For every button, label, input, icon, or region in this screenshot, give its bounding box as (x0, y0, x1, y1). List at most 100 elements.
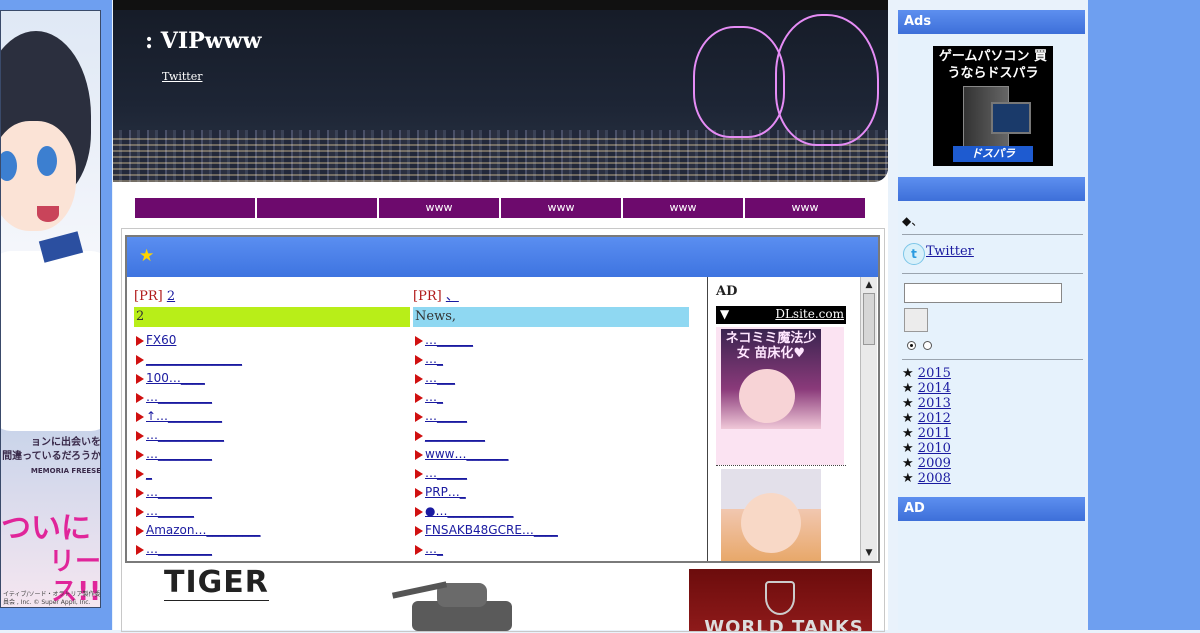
nav-item[interactable]: www (379, 198, 499, 218)
red-triangle-icon (415, 507, 423, 517)
archive-year-link[interactable]: 2015 (918, 366, 951, 381)
article-link[interactable]: FX60 (146, 333, 176, 347)
ad-thumbnail[interactable]: ネコミミ魔法少女 苗床化♥ (721, 329, 821, 429)
list-item: PRP…_ (413, 483, 689, 502)
article-link[interactable]: PRP…_ (425, 485, 466, 499)
sidebar-twitter-link[interactable]: Twitter (926, 244, 974, 259)
red-triangle-icon (415, 393, 423, 403)
article-link[interactable]: __________ (425, 428, 485, 442)
article-link[interactable]: …_________ (146, 542, 212, 556)
article-link[interactable]: ●…___________ (425, 504, 513, 518)
article-link[interactable]: …___ (425, 371, 455, 385)
ad-character-mouth (37, 206, 59, 222)
link-list: …______ …_ …___ …_ …_____ __________ www… (413, 331, 689, 559)
archive-year-link[interactable]: 2013 (918, 396, 951, 411)
article-link[interactable]: …______ (425, 333, 473, 347)
left-skyscraper-ad[interactable]: ョンに出会いを 間違っているだろうか MEMORIA FREESE ついに リー… (0, 10, 101, 608)
nav-item[interactable]: www (501, 198, 621, 218)
dlsite-link[interactable]: DLsite.com (775, 307, 844, 321)
article-link[interactable]: …_________ (146, 390, 212, 404)
sidebar-bullet-text: ◆、 (902, 214, 924, 228)
search-input[interactable] (904, 283, 1062, 303)
search-scope-radio[interactable] (907, 341, 916, 350)
red-triangle-icon (415, 450, 423, 460)
archive-year-link[interactable]: 2009 (918, 456, 951, 471)
archive-year-link[interactable]: 2008 (918, 471, 951, 486)
list-item: …_____ (413, 464, 689, 483)
ad-thumbnail-face (739, 369, 795, 423)
red-triangle-icon (415, 545, 423, 555)
nav-item[interactable]: www (745, 198, 865, 218)
scrollbar[interactable]: ▲ ▼ (860, 277, 877, 561)
nav-item[interactable]: www (623, 198, 743, 218)
list-item: …_ (413, 388, 689, 407)
ad-thumbnail-face (741, 493, 801, 553)
article-link[interactable]: …_____ (425, 409, 467, 423)
red-triangle-icon (136, 431, 144, 441)
ad-character-dress (1, 251, 100, 431)
archive-year-link[interactable]: 2010 (918, 441, 951, 456)
antenna-box-header: ★ (127, 237, 878, 277)
list-item: …_ (413, 350, 689, 369)
article-link[interactable]: …_ (425, 390, 443, 404)
article-link[interactable]: ________________ (146, 352, 242, 366)
scroll-down-icon[interactable]: ▼ (863, 547, 875, 559)
site-title[interactable]: : VIPwww (145, 28, 262, 54)
article-link[interactable]: FNSAKB48GCRE…____ (425, 523, 558, 537)
article-link[interactable]: ↑…_________ (146, 409, 222, 423)
archive-year-link[interactable]: 2012 (918, 411, 951, 426)
left-ad-title-line: 間違っているだろうか (2, 451, 101, 462)
ad-separator (716, 465, 846, 466)
search-button[interactable] (904, 308, 928, 332)
article-link[interactable]: …_________ (146, 447, 212, 461)
list-item: FNSAKB48GCRE…____ (413, 521, 689, 540)
article-link[interactable]: …______ (146, 504, 194, 518)
ad-character-eye (37, 146, 57, 176)
article-link[interactable]: …_________ (146, 485, 212, 499)
pr-link[interactable]: 2 (167, 289, 175, 304)
ad-thumbnail[interactable] (721, 469, 821, 561)
monitor-icon (991, 102, 1031, 134)
article-link[interactable]: _ (146, 466, 152, 480)
article-link[interactable]: …_ (425, 542, 443, 556)
tiger-banner-logo[interactable]: TIGER (164, 565, 269, 601)
red-triangle-icon (136, 412, 144, 422)
article-link[interactable]: …___________ (146, 428, 224, 442)
list-item: 100…____ (134, 369, 410, 388)
article-link[interactable]: www…_______ (425, 447, 508, 461)
star-icon: ★ (902, 396, 914, 411)
article-link[interactable]: 100…____ (146, 371, 205, 385)
twitter-icon[interactable]: t (903, 243, 925, 265)
red-triangle-icon (136, 450, 144, 460)
dlsite-bar[interactable]: ▼ DLsite.com (716, 306, 846, 324)
header-twitter-link[interactable]: Twitter (162, 70, 203, 83)
list-item: _ (134, 464, 410, 483)
red-triangle-icon (415, 374, 423, 384)
wot-banner-text: WORLD TANKS (704, 617, 864, 631)
red-triangle-icon (136, 526, 144, 536)
list-item: FX60 (134, 331, 410, 350)
nav-item[interactable] (135, 198, 255, 218)
nav-item[interactable] (257, 198, 377, 218)
article-link[interactable]: Amazon…_________ (146, 523, 261, 537)
dospara-ad[interactable]: ゲームパソコン 買うならドスパラ ドスパラ (933, 46, 1053, 166)
scroll-up-icon[interactable]: ▲ (863, 279, 875, 291)
page-background-right (1088, 0, 1200, 630)
world-of-tanks-banner[interactable]: WORLD TANKS (689, 569, 872, 631)
tank-image[interactable] (391, 573, 522, 633)
red-triangle-icon (136, 507, 144, 517)
list-item: …_ (413, 540, 689, 559)
article-link[interactable]: …_ (425, 352, 443, 366)
red-triangle-icon (415, 431, 423, 441)
archive-year-link[interactable]: 2014 (918, 381, 951, 396)
article-link[interactable]: …_____ (425, 466, 467, 480)
pr-line: [PR] 、 (413, 287, 689, 307)
star-icon: ★ (902, 426, 914, 441)
list-item: __________ (413, 426, 689, 445)
search-scope-radio[interactable] (923, 341, 932, 350)
scroll-thumb[interactable] (863, 293, 875, 345)
pr-link[interactable]: 、 (446, 289, 459, 304)
archive-year-link[interactable]: 2011 (918, 426, 951, 441)
list-item: …_____ (413, 407, 689, 426)
star-icon: ★ (902, 366, 914, 381)
